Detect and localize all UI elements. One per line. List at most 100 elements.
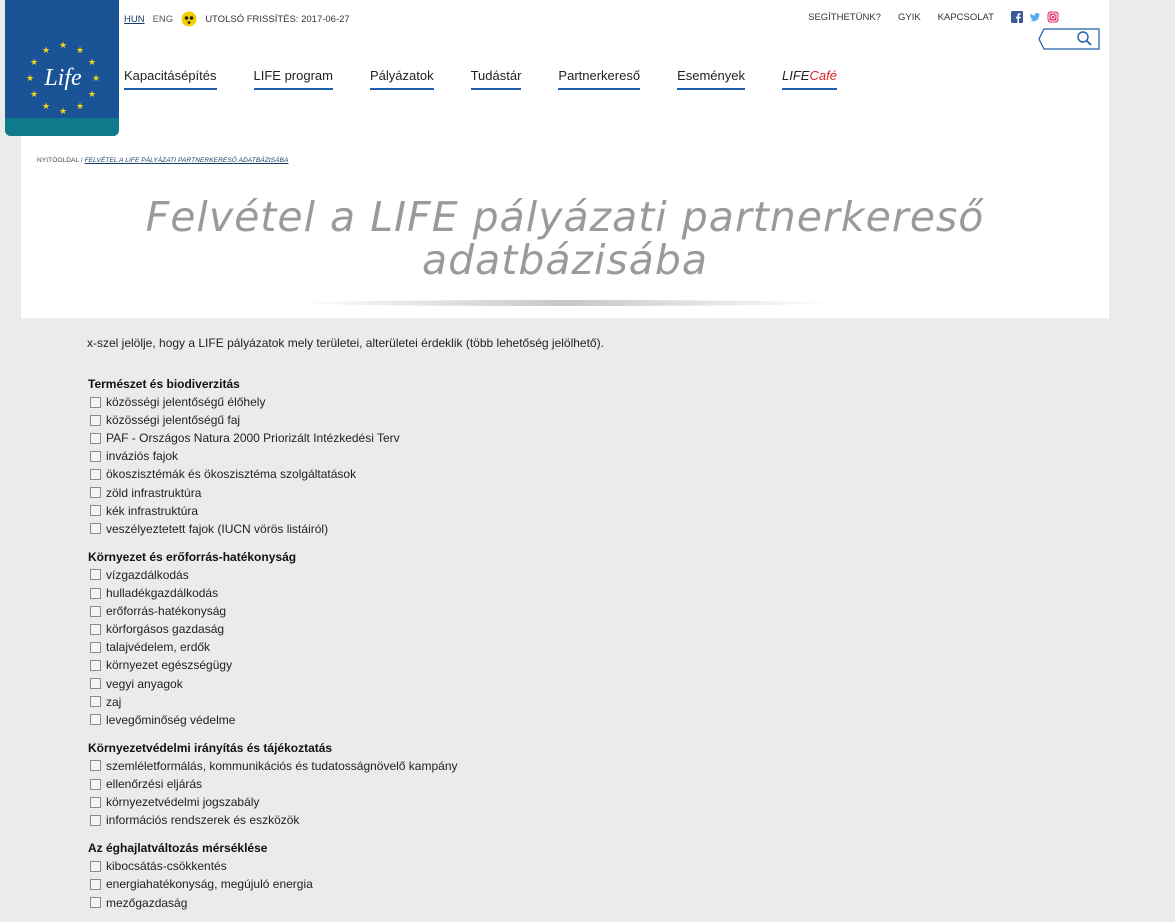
svg-text:★: ★: [76, 101, 84, 111]
checkbox-row: talajvédelem, erdők: [88, 638, 458, 656]
nav-life-program[interactable]: LIFE program: [253, 68, 333, 90]
checkbox[interactable]: [90, 659, 101, 671]
svg-text:★: ★: [42, 45, 50, 55]
checkbox-row: ellenőrzési eljárás: [88, 775, 458, 793]
section-title: Az éghajlatváltozás mérséklése: [88, 841, 268, 856]
checkbox-row: levegőminőség védelme: [88, 711, 458, 729]
section-title: Környezetvédelmi irányítás és tájékoztat…: [88, 740, 333, 755]
checkbox-row: információs rendszerek és eszközök: [88, 811, 458, 829]
checkbox[interactable]: [90, 641, 101, 653]
main-navigation: Kapacitásépítés LIFE program Pályázatok …: [124, 68, 874, 90]
checkbox[interactable]: [90, 569, 101, 581]
section-nature: Természet és biodiverzitás közösségi jel…: [88, 375, 458, 538]
svg-text:★: ★: [42, 101, 50, 111]
nav-esemenyek[interactable]: Események: [677, 68, 745, 90]
checkbox-row: szemléletformálás, kommunikációs és tuda…: [88, 757, 458, 775]
checkbox[interactable]: [90, 878, 101, 890]
svg-text:★: ★: [30, 89, 38, 99]
checkbox[interactable]: [90, 796, 101, 808]
svg-text:★: ★: [92, 73, 100, 83]
checkbox[interactable]: [90, 897, 101, 909]
checkbox[interactable]: [90, 623, 101, 635]
checkbox-row: kék infrastruktúra: [88, 502, 458, 520]
section-governance: Környezetvédelmi irányítás és tájékoztat…: [88, 739, 458, 829]
checkbox-row: mezőgazdaság: [88, 894, 458, 912]
svg-text:★: ★: [26, 73, 34, 83]
checkbox-row: veszélyeztetett fajok (IUCN vörös listái…: [88, 520, 458, 538]
language-bar: HUN ENG UTOLSÓ FRISSÍTÉS: 2017-06-27: [124, 11, 350, 27]
checkbox-row: közösségi jelentőségű élőhely: [88, 393, 458, 411]
svg-text:★: ★: [59, 40, 67, 50]
nav-lifecafe[interactable]: LIFECafé: [782, 68, 837, 90]
page-title: Felvétel a LIFE pályázati partnerkereső …: [100, 196, 1030, 282]
section-environment: Környezet és erőforrás-hatékonyság vízga…: [88, 548, 458, 729]
breadcrumb-home[interactable]: NYITÓOLDAL: [37, 157, 79, 164]
title-divider: [295, 300, 835, 306]
page-title-line1: Felvétel a LIFE pályázati partnerkereső: [145, 193, 985, 241]
svg-text:★: ★: [59, 106, 67, 116]
help-link[interactable]: SEGÍTHETÜNK?: [808, 12, 881, 23]
checkbox-row: közösségi jelentőségű faj: [88, 411, 458, 429]
checkbox[interactable]: [90, 714, 101, 726]
nav-palyazatok[interactable]: Pályázatok: [370, 68, 434, 90]
breadcrumb-current[interactable]: FELVÉTEL A LIFE PÁLYÁZATI PARTNERKERESŐ …: [85, 157, 289, 164]
eu-stars-icon: ★ ★ ★ ★ ★ ★ ★ ★ ★ ★ ★ ★ Life: [26, 40, 100, 116]
checkbox-row: körforgásos gazdaság: [88, 620, 458, 638]
svg-text:★: ★: [30, 57, 38, 67]
checkbox-row: erőforrás-hatékonyság: [88, 602, 458, 620]
checkbox[interactable]: [90, 605, 101, 617]
checkbox-row: inváziós fajok: [88, 447, 458, 465]
checkbox[interactable]: [90, 778, 101, 790]
instagram-icon[interactable]: [1047, 11, 1059, 23]
accessibility-icon[interactable]: [181, 11, 197, 27]
checkbox[interactable]: [90, 432, 101, 444]
checkbox-row: ökoszisztémák és ökoszisztéma szolgáltat…: [88, 465, 458, 483]
checkbox[interactable]: [90, 450, 101, 462]
section-title: Természet és biodiverzitás: [88, 377, 240, 391]
checkbox-row: hulladékgazdálkodás: [88, 584, 458, 602]
checkbox[interactable]: [90, 760, 101, 772]
checkbox[interactable]: [90, 414, 101, 426]
checkbox[interactable]: [90, 505, 101, 517]
last-update-text: UTOLSÓ FRISSÍTÉS: 2017-06-27: [205, 13, 350, 25]
checkbox-row: zaj: [88, 693, 458, 711]
checkbox-row: környezetvédelmi jogszabály: [88, 793, 458, 811]
checkbox[interactable]: [90, 523, 101, 535]
intro-text: x-szel jelölje, hogy a LIFE pályázatok m…: [87, 336, 604, 350]
search-box[interactable]: [1038, 28, 1100, 50]
section-climate: Az éghajlatváltozás mérséklése kibocsátá…: [88, 839, 458, 911]
checkbox[interactable]: [90, 487, 101, 499]
svg-text:★: ★: [76, 45, 84, 55]
page-title-line2: adatbázisába: [421, 236, 709, 284]
nav-kapacitasepites[interactable]: Kapacitásépítés: [124, 68, 217, 90]
checkbox[interactable]: [90, 587, 101, 599]
twitter-icon[interactable]: [1029, 11, 1041, 23]
checkbox-row: környezet egészségügy: [88, 656, 458, 674]
life-logo[interactable]: ★ ★ ★ ★ ★ ★ ★ ★ ★ ★ ★ ★ Life: [5, 0, 119, 136]
lang-hun-link[interactable]: HUN: [124, 14, 145, 25]
checkbox-row: vízgazdálkodás: [88, 566, 458, 584]
svg-text:★: ★: [88, 57, 96, 67]
checkbox[interactable]: [90, 469, 101, 481]
nav-tudastar[interactable]: Tudástár: [470, 68, 522, 90]
top-links: SEGÍTHETÜNK? GYIK KAPCSOLAT: [808, 11, 1059, 23]
lang-eng-link[interactable]: ENG: [153, 14, 174, 25]
svg-text:Life: Life: [43, 65, 82, 91]
checkbox-row: kibocsátás-csökkentés: [88, 857, 458, 875]
checkbox[interactable]: [90, 814, 101, 826]
contact-link[interactable]: KAPCSOLAT: [938, 12, 994, 23]
faq-link[interactable]: GYIK: [898, 12, 921, 23]
nav-partnerkereso[interactable]: Partnerkereső: [558, 68, 641, 90]
checkbox[interactable]: [90, 696, 101, 708]
logo-strip: [5, 118, 119, 136]
checkbox[interactable]: [90, 678, 101, 690]
checkbox[interactable]: [90, 396, 101, 408]
social-links: [1011, 11, 1059, 23]
checkbox-row: zöld infrastruktúra: [88, 484, 458, 502]
checkbox[interactable]: [90, 860, 101, 872]
checkbox-row: vegyi anyagok: [88, 675, 458, 693]
section-title: Környezet és erőforrás-hatékonyság: [88, 549, 297, 564]
svg-text:★: ★: [88, 89, 96, 99]
facebook-icon[interactable]: [1011, 11, 1023, 23]
interest-form: Természet és biodiverzitás közösségi jel…: [88, 375, 458, 922]
